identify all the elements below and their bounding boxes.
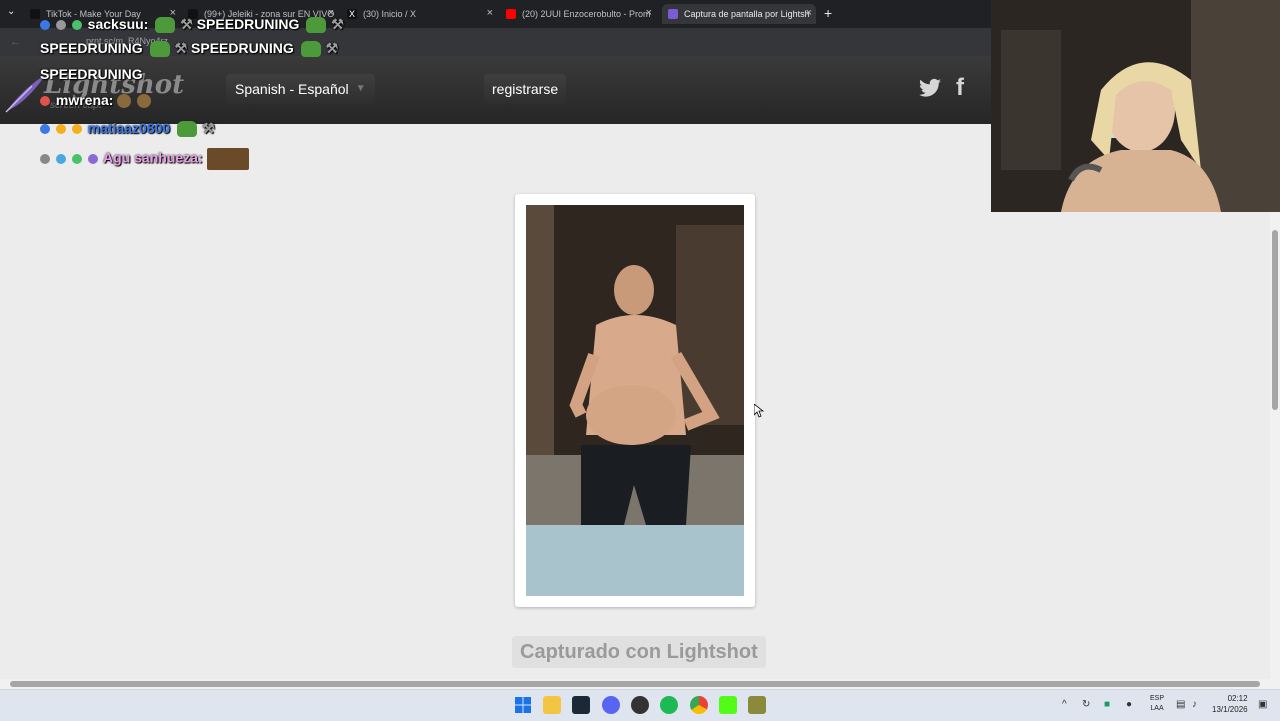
tab-title: (20) 2UUI Enzocerobulto - Prom: [522, 9, 651, 19]
chat-message: mwrena:: [40, 92, 153, 109]
chat-user: mwrena:: [55, 92, 114, 108]
emote-icon: [137, 94, 152, 109]
tab-title: Captura de pantalla por Lightsh: [684, 9, 810, 19]
emote-icon: [206, 148, 249, 170]
sync-icon[interactable]: ↻: [1082, 699, 1090, 710]
register-button[interactable]: registrarse: [484, 74, 567, 104]
pickaxe-icon: ⚒: [180, 16, 193, 32]
chat-user: sacksuu:: [87, 16, 149, 32]
tab-search-icon[interactable]: ⌄: [7, 6, 15, 17]
chat-user: matiaaz0800: [87, 120, 171, 136]
chevron-up-icon[interactable]: ^: [1062, 699, 1067, 710]
tab-lightshot[interactable]: Captura de pantalla por Lightsh ×: [662, 4, 816, 24]
chat-message: Agu sanhueza:: [40, 148, 251, 170]
windows-taskbar: ^ ↻ ■ ● ESP LAA ▤ ♪ 02:12 13/1/2026 ▣: [0, 689, 1280, 721]
chat-message: SPEEDRUNING ⚒ SPEEDRUNING ⚒: [40, 40, 339, 58]
app-icon[interactable]: [748, 696, 766, 714]
badge-icon: [55, 154, 66, 164]
youtube-icon: [506, 9, 516, 19]
streamer-webcam: [991, 0, 1280, 212]
x-icon: X: [347, 9, 357, 19]
badge-icon: [40, 154, 50, 164]
spotify-icon[interactable]: [660, 696, 678, 714]
discord-icon[interactable]: [602, 696, 620, 714]
chat-text: SPEEDRUNING: [196, 16, 300, 32]
language-indicator[interactable]: ESP LAA: [1150, 694, 1164, 714]
language-select[interactable]: Spanish - Español ▼: [226, 74, 375, 104]
language-label: Spanish - Español: [235, 81, 349, 97]
tab-youtube[interactable]: (20) 2UUI Enzocerobulto - Prom ×: [506, 4, 656, 24]
tab-title: (30) Inicio / X: [363, 9, 417, 19]
sword-icon: [40, 20, 50, 31]
mic-icon[interactable]: ●: [1126, 699, 1132, 710]
chevron-down-icon: ▼: [355, 83, 366, 94]
chat-user: Agu sanhueza:: [103, 149, 203, 166]
badge-icon: [71, 124, 82, 135]
tiktok-icon: [30, 9, 40, 19]
network-icon[interactable]: ▤: [1176, 699, 1185, 710]
badge-icon: [71, 20, 82, 31]
emote-icon: [117, 94, 132, 109]
badge-icon: [55, 20, 66, 31]
person-photo: [526, 205, 744, 596]
app-icon[interactable]: [631, 696, 649, 714]
badge-icon: [87, 154, 98, 164]
system-clock[interactable]: 02:12 13/1/2026: [1212, 693, 1248, 715]
notification-icon[interactable]: ▣: [1258, 699, 1267, 710]
pickaxe-icon: ⚒: [174, 40, 188, 56]
tab-x[interactable]: X (30) Inicio / X ×: [347, 4, 497, 24]
windows-start-icon[interactable]: [514, 696, 532, 714]
screenshot-image[interactable]: [526, 205, 744, 596]
pickaxe-icon: ⚒: [331, 16, 344, 32]
chat-message: matiaaz0800 ⚒: [40, 120, 215, 138]
badge-icon: [71, 154, 82, 164]
vertical-scrollbar[interactable]: [1270, 212, 1280, 679]
badge-icon: [55, 124, 66, 135]
screenshot-frame: [515, 194, 755, 607]
badge-icon: [40, 96, 50, 107]
clock-time: 02:12: [1227, 694, 1248, 703]
sword-icon: [40, 124, 50, 135]
file-explorer-icon[interactable]: [543, 696, 561, 714]
pepe-emote-icon: [306, 17, 327, 34]
chat-text: SPEEDRUNING: [40, 66, 143, 82]
mouse-cursor-icon: [754, 404, 764, 418]
steam-icon[interactable]: [572, 696, 590, 714]
clock-date: 13/1/2026: [1212, 705, 1248, 714]
lightshot-icon: [668, 9, 678, 19]
back-icon[interactable]: ←: [10, 36, 21, 48]
close-icon[interactable]: ×: [806, 7, 812, 19]
volume-icon[interactable]: ♪: [1192, 699, 1197, 710]
kick-icon[interactable]: [719, 696, 737, 714]
scroll-thumb[interactable]: [10, 681, 1260, 687]
pepe-emote-icon: [155, 17, 176, 34]
pickaxe-icon: ⚒: [202, 120, 215, 136]
pepe-emote-icon: [177, 121, 198, 138]
scroll-thumb[interactable]: [1272, 230, 1278, 410]
new-tab-icon[interactable]: +: [824, 5, 832, 21]
lang-top: ESP: [1150, 695, 1165, 702]
lang-bottom: LAA: [1150, 705, 1164, 712]
close-icon[interactable]: ×: [646, 7, 652, 19]
chrome-icon[interactable]: [690, 696, 708, 714]
horizontal-scrollbar[interactable]: [0, 679, 1280, 689]
chat-text: SPEEDRUNING: [40, 40, 143, 56]
pepe-emote-icon: [149, 41, 170, 58]
chat-message: sacksuu: ⚒ SPEEDRUNING ⚒: [40, 16, 344, 34]
facebook-icon[interactable]: f: [956, 74, 964, 102]
webcam-overlay: [991, 0, 1280, 212]
pickaxe-icon: ⚒: [325, 40, 339, 56]
pepe-emote-icon: [300, 41, 321, 58]
chat-text: SPEEDRUNING: [191, 40, 294, 56]
chat-message: SPEEDRUNING: [40, 66, 143, 82]
close-icon[interactable]: ×: [487, 7, 493, 19]
shield-icon[interactable]: ■: [1104, 699, 1110, 710]
twitter-icon[interactable]: [918, 76, 942, 100]
captured-label[interactable]: Capturado con Lightshot: [512, 636, 766, 668]
